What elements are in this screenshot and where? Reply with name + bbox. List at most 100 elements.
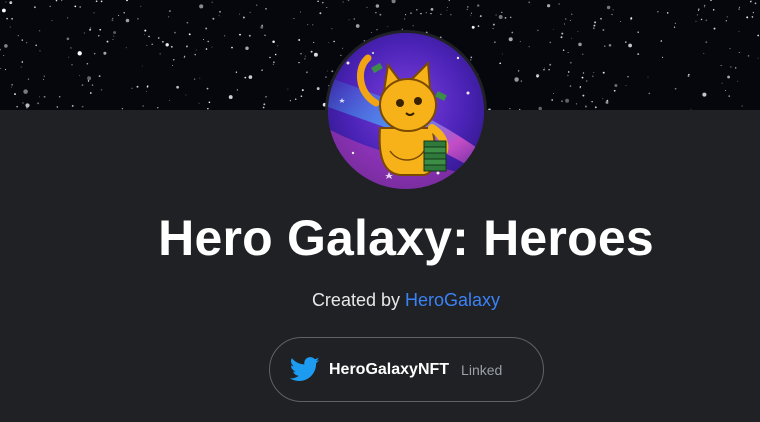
star <box>592 75 594 77</box>
star <box>612 9 614 11</box>
star <box>228 95 233 100</box>
star <box>571 13 573 15</box>
star <box>235 71 238 73</box>
star <box>83 32 85 34</box>
star <box>627 76 629 78</box>
star <box>662 56 664 58</box>
star <box>172 65 173 66</box>
star <box>91 84 94 86</box>
star <box>511 31 514 34</box>
star <box>111 19 114 22</box>
star <box>577 31 579 33</box>
star <box>21 39 24 41</box>
star <box>310 50 313 53</box>
star <box>688 73 690 76</box>
star <box>697 8 700 11</box>
star <box>674 87 677 90</box>
star <box>470 59 472 61</box>
star <box>520 80 522 82</box>
star <box>294 98 297 101</box>
star <box>379 13 382 16</box>
star <box>118 14 120 16</box>
collection-avatar[interactable] <box>325 30 487 192</box>
star <box>183 56 186 59</box>
linked-status: Linked <box>461 361 503 378</box>
star <box>71 64 73 66</box>
star <box>307 23 309 26</box>
star <box>81 84 84 86</box>
star <box>2 8 6 13</box>
star <box>184 55 186 57</box>
star <box>244 76 247 79</box>
star <box>729 48 731 50</box>
collection-page: Hero Galaxy: Heroes Created by HeroGalax… <box>0 0 760 422</box>
star <box>193 78 196 80</box>
star <box>498 15 503 19</box>
star <box>430 12 432 15</box>
star <box>326 6 328 8</box>
star <box>194 53 196 56</box>
star <box>79 6 82 8</box>
star <box>3 54 5 57</box>
star <box>141 65 143 67</box>
star <box>261 68 263 70</box>
star <box>4 44 8 48</box>
star <box>35 44 38 47</box>
star <box>342 1 344 3</box>
star <box>528 45 530 48</box>
star <box>614 84 618 87</box>
star <box>165 43 169 47</box>
star <box>721 82 723 84</box>
star <box>242 16 245 19</box>
star <box>87 76 92 81</box>
star <box>630 17 633 20</box>
star <box>569 20 571 22</box>
star <box>528 1 531 4</box>
star <box>726 16 728 18</box>
star <box>260 25 264 29</box>
star <box>331 70 334 73</box>
star <box>245 46 249 50</box>
star <box>25 103 30 108</box>
star <box>575 103 578 105</box>
star <box>89 28 92 31</box>
created-by-line: Created by HeroGalaxy <box>0 287 760 313</box>
star <box>331 28 333 30</box>
star <box>51 19 53 22</box>
star <box>144 29 147 32</box>
star <box>272 40 275 44</box>
star <box>11 84 13 86</box>
star <box>582 94 585 97</box>
star <box>106 40 109 43</box>
star <box>754 2 757 5</box>
star <box>493 41 496 44</box>
star <box>728 95 730 97</box>
star <box>113 31 117 34</box>
star <box>593 24 596 27</box>
star <box>56 106 59 108</box>
star <box>562 49 565 51</box>
star <box>300 11 301 13</box>
star <box>146 44 148 46</box>
star <box>186 46 188 48</box>
star <box>277 45 279 47</box>
star <box>519 41 521 42</box>
star <box>713 27 716 30</box>
star <box>89 27 92 29</box>
star <box>470 56 473 59</box>
star <box>93 12 95 14</box>
star <box>304 58 306 60</box>
star <box>146 90 147 92</box>
star <box>543 69 545 71</box>
star <box>17 34 19 37</box>
twitter-linked-button[interactable]: HeroGalaxyNFT Linked <box>269 337 544 402</box>
star <box>674 22 677 24</box>
star <box>287 88 289 90</box>
star <box>136 85 139 88</box>
star <box>218 15 220 17</box>
star <box>248 34 251 37</box>
star <box>695 20 697 22</box>
star <box>602 29 605 31</box>
creator-link[interactable]: HeroGalaxy <box>405 290 500 310</box>
star <box>121 108 124 110</box>
